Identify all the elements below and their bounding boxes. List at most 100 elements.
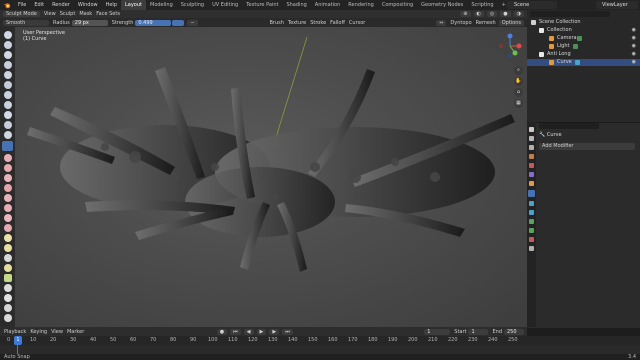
tab-geometry-nodes[interactable]: Geometry Nodes bbox=[417, 0, 467, 10]
constraints-tab-icon[interactable] bbox=[529, 219, 534, 224]
tool-transform-icon[interactable] bbox=[4, 314, 12, 322]
tool-active-smooth-icon[interactable] bbox=[2, 141, 13, 151]
outliner-row-light[interactable]: Light ◉ bbox=[527, 43, 640, 50]
modifier-tab-icon[interactable] bbox=[528, 190, 535, 197]
tool-nudge-icon[interactable] bbox=[4, 244, 12, 252]
pan-hand-icon[interactable]: ✋ bbox=[514, 77, 523, 86]
tool-multiplane-icon[interactable] bbox=[4, 174, 12, 182]
visibility-eye-icon[interactable]: ◉ bbox=[632, 35, 636, 42]
timeline-keying-menu[interactable]: Keying bbox=[30, 329, 47, 335]
tab-rendering[interactable]: Rendering bbox=[344, 0, 378, 10]
properties-search-input[interactable] bbox=[539, 123, 599, 129]
dyntopo-button[interactable]: Dyntopo bbox=[450, 20, 471, 26]
scene-selector[interactable]: Scene bbox=[507, 1, 557, 9]
render-tab-icon[interactable] bbox=[529, 136, 534, 141]
tool-thumb-icon[interactable] bbox=[4, 224, 12, 232]
play-icon[interactable]: ▶ bbox=[256, 328, 267, 335]
tab-modeling[interactable]: Modeling bbox=[146, 0, 177, 10]
tool-mask-icon[interactable] bbox=[4, 304, 12, 312]
playhead-indicator[interactable]: 1 bbox=[14, 336, 22, 345]
tool-simplify-icon[interactable] bbox=[4, 294, 12, 302]
tool-blob-icon[interactable] bbox=[4, 101, 12, 109]
view-layer-selector[interactable]: ViewLayer bbox=[596, 1, 638, 9]
tab-sculpting[interactable]: Sculpting bbox=[177, 0, 208, 10]
blender-logo-icon[interactable] bbox=[3, 2, 11, 9]
shading-rendered-icon[interactable]: ◑ bbox=[513, 11, 524, 17]
tool-fill-icon[interactable] bbox=[4, 154, 12, 162]
timeline-view-menu[interactable]: View bbox=[51, 329, 63, 335]
visibility-eye-icon[interactable]: ◉ bbox=[632, 43, 636, 50]
tool-pose-icon[interactable] bbox=[4, 234, 12, 242]
start-frame-field[interactable]: 1 bbox=[468, 328, 489, 335]
visibility-eye-icon[interactable]: ◉ bbox=[632, 51, 636, 58]
tab-shading[interactable]: Shading bbox=[282, 0, 310, 10]
output-tab-icon[interactable] bbox=[529, 145, 534, 150]
symmetry-icon[interactable]: ⇔ bbox=[436, 19, 447, 26]
next-key-icon[interactable]: ▶ bbox=[269, 328, 280, 335]
outliner-row-camera[interactable]: Camera ◉ bbox=[527, 35, 640, 42]
tab-uv-editing[interactable]: UV Editing bbox=[208, 0, 242, 10]
tab-layout[interactable]: Layout bbox=[121, 0, 146, 10]
add-modifier-button[interactable]: Add Modifier bbox=[539, 143, 635, 150]
menu-help[interactable]: Help bbox=[102, 0, 121, 10]
tab-scripting[interactable]: Scripting bbox=[467, 0, 497, 10]
outliner-row-anti-long[interactable]: Anti Long ◉ bbox=[527, 51, 640, 58]
shading-solid-icon[interactable]: ● bbox=[500, 11, 511, 17]
current-frame-field[interactable]: 1 bbox=[424, 328, 451, 335]
global-transform-icon[interactable]: ⊕ bbox=[460, 11, 471, 17]
tool-tab-icon[interactable] bbox=[529, 127, 534, 132]
outliner-search-input[interactable] bbox=[530, 11, 610, 17]
jump-start-icon[interactable]: ⏮ bbox=[230, 328, 241, 335]
dropdown-cursor[interactable]: Cursor bbox=[349, 20, 365, 26]
tool-grab-icon[interactable] bbox=[4, 194, 12, 202]
view-layer-tab-icon[interactable] bbox=[529, 154, 534, 159]
tool-draw-icon[interactable] bbox=[4, 31, 12, 39]
tool-clay-strips-icon[interactable] bbox=[4, 61, 12, 69]
physics-tab-icon[interactable] bbox=[529, 210, 534, 215]
strength-field[interactable]: 0.499 bbox=[135, 19, 172, 26]
remesh-button[interactable]: Remesh bbox=[476, 20, 496, 26]
world-tab-icon[interactable] bbox=[529, 172, 534, 177]
outliner-row-curve[interactable]: Curve ◉ bbox=[527, 59, 640, 66]
tool-elastic-icon[interactable] bbox=[4, 204, 12, 212]
perspective-toggle-icon[interactable]: ▦ bbox=[514, 99, 523, 108]
tool-draw-sharp-icon[interactable] bbox=[4, 41, 12, 49]
dropdown-falloff[interactable]: Falloff bbox=[330, 20, 345, 26]
tool-clay-icon[interactable] bbox=[4, 51, 12, 59]
tool-pinch-icon[interactable] bbox=[4, 184, 12, 192]
options-button[interactable]: Options bbox=[498, 19, 524, 26]
tool-boundary-icon[interactable] bbox=[4, 274, 12, 282]
menu-window[interactable]: Window bbox=[74, 0, 102, 10]
end-frame-field[interactable]: 250 bbox=[504, 328, 524, 335]
dropdown-brush[interactable]: Brush bbox=[269, 20, 283, 26]
prev-key-icon[interactable]: ◀ bbox=[243, 328, 254, 335]
tool-layer-icon[interactable] bbox=[4, 81, 12, 89]
brush-selector[interactable]: Smooth bbox=[3, 19, 49, 26]
sculpt-mesh-canvas[interactable] bbox=[15, 27, 527, 327]
zoom-icon[interactable]: ⌕ bbox=[514, 66, 523, 75]
outliner-row-scene-collection[interactable]: Scene Collection bbox=[527, 19, 640, 26]
tool-crease-icon[interactable] bbox=[4, 111, 12, 119]
radius-field[interactable]: 29 px bbox=[71, 19, 108, 26]
tool-scrape-icon[interactable] bbox=[4, 164, 12, 172]
mode-selector[interactable]: Sculpt Mode bbox=[3, 11, 40, 17]
record-icon[interactable]: ● bbox=[216, 328, 228, 335]
tool-inflate-icon[interactable] bbox=[4, 91, 12, 99]
navigation-gizmo[interactable] bbox=[497, 33, 523, 59]
material-tab-icon[interactable] bbox=[529, 237, 534, 242]
data-tab-icon[interactable] bbox=[529, 228, 534, 233]
jump-end-icon[interactable]: ⏭ bbox=[282, 328, 293, 335]
menu-face-sets[interactable]: Face Sets bbox=[96, 11, 120, 17]
tool-snake-hook-icon[interactable] bbox=[4, 214, 12, 222]
pressure-toggle[interactable] bbox=[172, 19, 185, 26]
overlays-icon[interactable]: ◎ bbox=[486, 11, 498, 17]
menu-sculpt[interactable]: Sculpt bbox=[60, 11, 76, 17]
tab-texture-paint[interactable]: Texture Paint bbox=[242, 0, 282, 10]
direction-toggle[interactable]: − bbox=[187, 19, 198, 26]
scene-tab-icon[interactable] bbox=[529, 163, 534, 168]
timeline-ruler[interactable]: 1 0 10 20 30 40 50 60 70 80 90 100 110 1… bbox=[0, 336, 640, 345]
texture-tab-icon[interactable] bbox=[529, 246, 534, 251]
outliner-row-collection[interactable]: Collection ◉ bbox=[527, 27, 640, 34]
tool-rotate-icon[interactable] bbox=[4, 254, 12, 262]
tool-slide-relax-icon[interactable] bbox=[4, 264, 12, 272]
